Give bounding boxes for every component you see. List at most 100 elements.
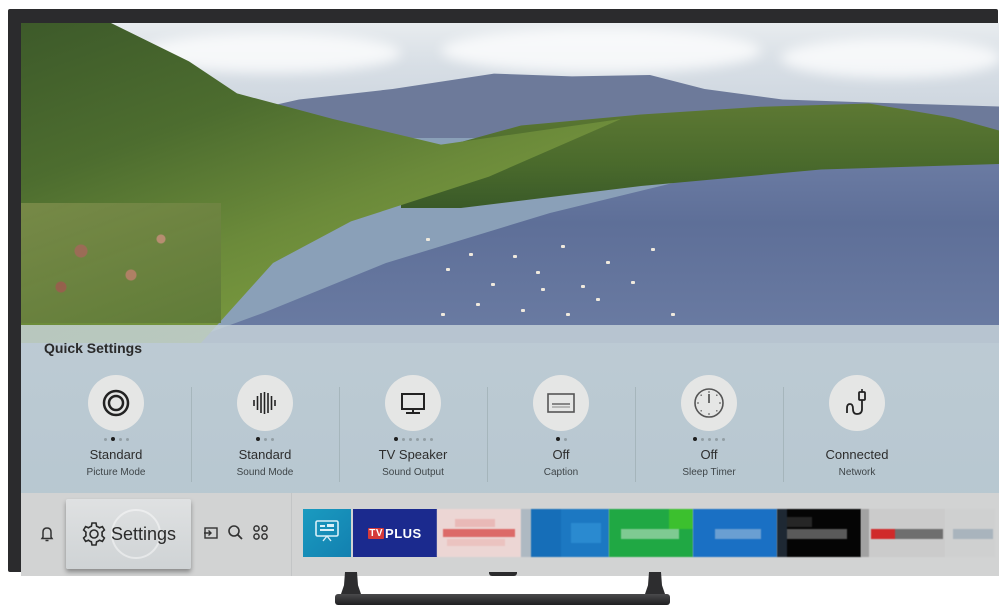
boat xyxy=(596,298,600,301)
quick-settings-items: Standard Picture Mode Standard Sound Mod… xyxy=(21,375,999,485)
tv-screen: Quick Settings Standard Picture Mode Sta… xyxy=(21,23,999,576)
setting-value: Connected xyxy=(825,447,889,462)
setting-label: Network xyxy=(838,467,876,478)
cloud xyxy=(781,38,999,78)
network-icon xyxy=(829,375,885,431)
app-tile-samsung-tv-plus[interactable]: TV PLUS xyxy=(353,509,437,557)
option-dot-active xyxy=(393,437,398,441)
option-dot xyxy=(118,437,122,441)
sound-mode-icon xyxy=(237,375,293,431)
quick-setting-network[interactable]: Connected Network xyxy=(782,375,932,485)
boat xyxy=(521,309,525,312)
option-dots xyxy=(782,436,932,442)
option-dot xyxy=(701,437,704,441)
quick-setting-sleep-timer[interactable]: Off Sleep Timer xyxy=(634,375,784,485)
boat xyxy=(536,271,540,274)
search-icon[interactable] xyxy=(227,524,244,545)
option-dot xyxy=(429,437,433,441)
app-tile-blurred[interactable] xyxy=(945,509,995,557)
option-dot xyxy=(408,437,412,441)
option-dots xyxy=(41,436,191,442)
option-dot xyxy=(264,437,267,441)
option-dot-active xyxy=(256,437,260,441)
boat xyxy=(469,253,473,256)
boat xyxy=(561,245,565,248)
app-tile-blurred[interactable] xyxy=(693,509,777,557)
boat xyxy=(491,283,495,286)
village xyxy=(21,203,221,323)
quick-setting-caption[interactable]: Off Caption xyxy=(486,375,636,485)
option-dot xyxy=(722,437,725,441)
boat xyxy=(476,303,480,306)
tv-stand-bar xyxy=(335,594,670,605)
option-dot xyxy=(401,437,405,441)
setting-value: Standard xyxy=(238,447,292,462)
option-dot xyxy=(103,437,107,441)
gear-icon xyxy=(81,521,107,547)
setting-label: Caption xyxy=(543,467,579,478)
option-dots xyxy=(190,436,340,442)
quick-settings-panel: Quick Settings Standard Picture Mode Sta… xyxy=(21,325,999,493)
app-tile-blurred[interactable] xyxy=(437,509,521,557)
caption-icon xyxy=(533,375,589,431)
source-icon[interactable] xyxy=(203,525,219,545)
setting-label: Picture Mode xyxy=(86,467,146,478)
option-dot-active xyxy=(693,437,697,441)
setting-value: Standard xyxy=(89,447,143,462)
boat xyxy=(541,288,545,291)
launcher-small-icons xyxy=(203,524,269,545)
setting-label: Sound Mode xyxy=(236,467,294,478)
launcher-bar: Settings TV PLUS xyxy=(21,493,999,576)
option-dots xyxy=(486,436,636,442)
tv-speaker-icon xyxy=(385,375,441,431)
tv-logo-nub xyxy=(489,572,517,576)
app-tile-blurred[interactable] xyxy=(609,509,693,557)
option-dot xyxy=(715,437,718,441)
quick-setting-picture-mode[interactable]: Standard Picture Mode xyxy=(41,375,191,485)
cloud xyxy=(441,28,761,73)
boat xyxy=(446,268,450,271)
boat xyxy=(631,281,635,284)
option-dots xyxy=(338,436,488,442)
boat xyxy=(606,261,610,264)
picture-mode-icon xyxy=(88,375,144,431)
option-dot xyxy=(708,437,711,441)
option-dot xyxy=(422,437,426,441)
option-dot xyxy=(125,437,129,441)
tv-frame: Quick Settings Standard Picture Mode Sta… xyxy=(8,9,999,576)
option-dot-active xyxy=(110,437,115,441)
boat xyxy=(581,285,585,288)
option-dot xyxy=(271,437,274,441)
option-dot xyxy=(563,437,567,441)
settings-button[interactable]: Settings xyxy=(66,499,191,569)
quick-settings-title: Quick Settings xyxy=(44,340,143,356)
setting-value: Off xyxy=(700,447,718,462)
option-dots xyxy=(634,436,784,442)
settings-label: Settings xyxy=(110,523,177,544)
app-row: TV PLUS xyxy=(303,509,995,557)
boat xyxy=(671,313,675,316)
boat xyxy=(426,238,430,241)
app-tile-blurred[interactable] xyxy=(861,509,945,557)
tv-plus-logo-prefix: TV xyxy=(368,527,385,539)
quick-setting-sound-output[interactable]: TV Speaker Sound Output xyxy=(338,375,488,485)
sleep-timer-icon xyxy=(681,375,737,431)
tv-guide-icon xyxy=(313,518,341,548)
app-tile-blurred[interactable] xyxy=(521,509,609,557)
bell-icon[interactable] xyxy=(39,525,55,543)
boat xyxy=(441,313,445,316)
launcher-divider xyxy=(291,493,292,576)
option-dot xyxy=(415,437,419,441)
boat xyxy=(651,248,655,251)
setting-value: TV Speaker xyxy=(378,447,448,462)
apps-icon[interactable] xyxy=(252,524,269,545)
setting-label: Sound Output xyxy=(382,467,444,478)
option-dot-active xyxy=(555,437,560,441)
app-tile-guide[interactable] xyxy=(303,509,351,557)
setting-label: Sleep Timer xyxy=(682,467,736,478)
boat xyxy=(566,313,570,316)
app-tile-blurred[interactable] xyxy=(777,509,861,557)
setting-value: Off xyxy=(552,447,570,462)
quick-setting-sound-mode[interactable]: Standard Sound Mode xyxy=(190,375,340,485)
boat xyxy=(513,255,517,258)
